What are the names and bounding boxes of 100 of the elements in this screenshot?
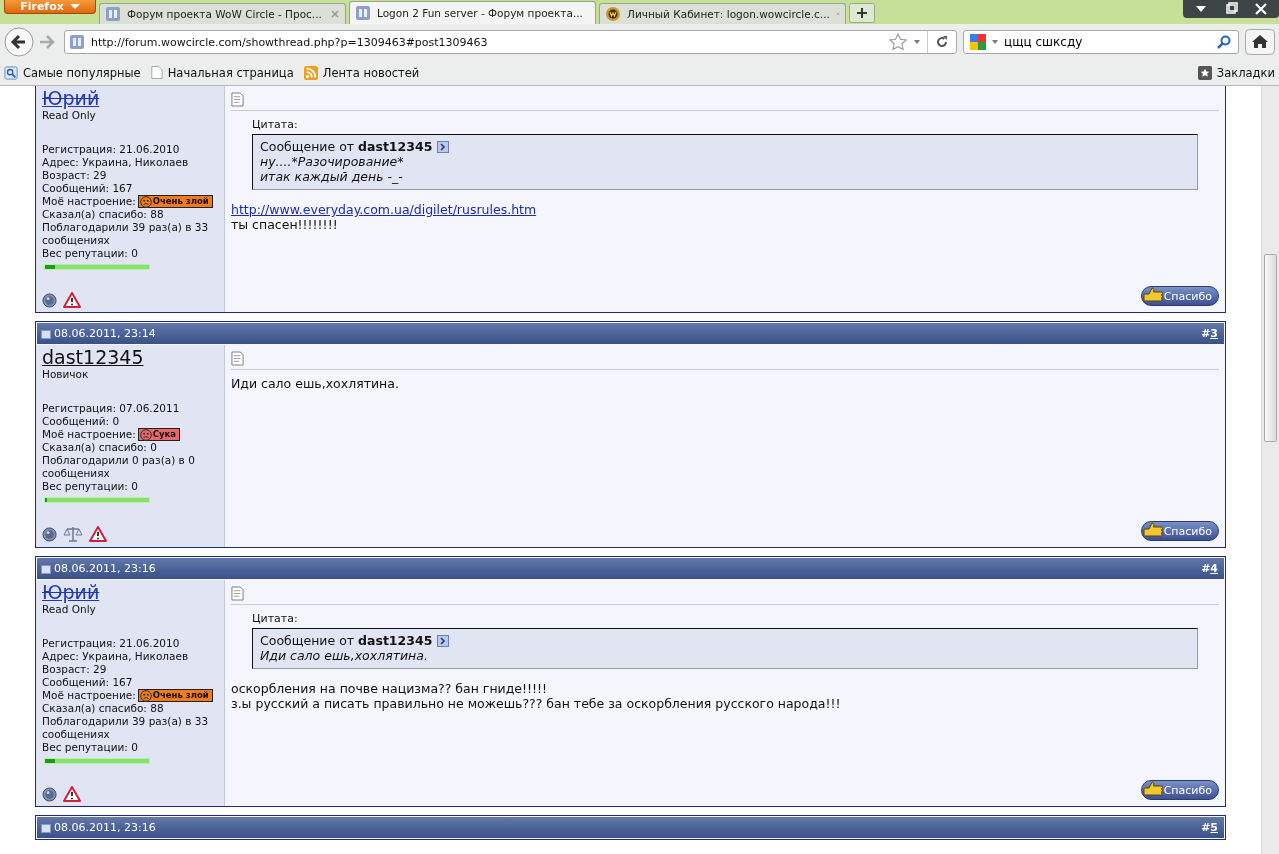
- browser-tab[interactable]: Форум проекта WoW Circle - Прос...: [99, 3, 346, 24]
- user-stat: Сказал(а) спасибо: 88: [42, 208, 165, 221]
- post-icon: [41, 822, 51, 833]
- bookmark-link[interactable]: Лента новостей: [303, 65, 420, 80]
- thumbs-up-icon: [1141, 522, 1164, 540]
- user-stat: Регистрация: 21.06.2010: [42, 637, 181, 650]
- caret-icon: [69, 4, 80, 9]
- user-stat: Возраст: 29: [42, 169, 108, 182]
- star-icon[interactable]: [889, 33, 907, 51]
- user-stat: Вес репутации: 0: [42, 741, 139, 754]
- emblem-icon: [605, 6, 621, 22]
- username-link[interactable]: dast12345: [42, 347, 144, 368]
- post-date: 08.06.2011, 23:14: [41, 327, 156, 340]
- quote-label: Цитата:: [252, 611, 299, 626]
- message-text: з.ы русский а писать правильно не можешь??? бан тебе за оскорбления русского народа!!!: [231, 696, 842, 711]
- quote-author: Сообщение от dast12345: [260, 139, 433, 154]
- user-title: Read Only: [42, 109, 97, 121]
- mood-label: Моё настроение:: [42, 195, 136, 208]
- user-stat: Регистрация: 21.06.2010: [42, 143, 181, 156]
- username-link[interactable]: Юрий: [42, 88, 100, 109]
- star-icon: [1197, 65, 1212, 80]
- mood-label: Моё настроение:: [42, 428, 136, 441]
- mood-badge: Очень злой: [137, 689, 213, 702]
- dropdown-icon[interactable]: [991, 38, 999, 46]
- face-icon: [139, 428, 152, 441]
- user-stat: Сказал(а) спасибо: 88: [42, 702, 165, 715]
- status-icon[interactable]: [42, 292, 57, 308]
- page-icon: [69, 34, 85, 50]
- user-stat: Регистрация: 07.06.2011: [42, 402, 181, 415]
- warning-icon[interactable]: [63, 786, 81, 802]
- user-stat: Поблагодарили 39 раз(а) в 33 сообщениях: [42, 715, 210, 741]
- go-to-post-icon[interactable]: [437, 634, 450, 647]
- face-icon: [139, 689, 152, 702]
- search-icon[interactable]: [1216, 34, 1232, 50]
- message-text: оскорбления на почве нацизма?? бан гниде!!!!!: [231, 681, 549, 696]
- status-icon[interactable]: [42, 526, 57, 542]
- post-number: #3: [1201, 327, 1218, 340]
- document-icon: [231, 586, 244, 601]
- message-link[interactable]: http://www.everyday.com.ua/digilet/rusrules.htm: [231, 202, 537, 217]
- quote-label: Цитата:: [252, 117, 299, 132]
- dropdown-icon[interactable]: [913, 38, 921, 46]
- new-tab-icon[interactable]: [849, 3, 875, 23]
- message-text: ты спасен!!!!!!!!: [231, 217, 339, 232]
- thanks-button[interactable]: Спасибо: [1140, 780, 1219, 800]
- user-stat: Вес репутации: 0: [42, 480, 139, 493]
- post-date: 08.06.2011, 23:16: [41, 562, 156, 575]
- user-stat: Адрес: Украина, Николаев: [42, 156, 190, 169]
- bookmark-link[interactable]: Самые популярные: [4, 65, 141, 80]
- page-icon: [355, 5, 371, 21]
- mood-badge: Сука: [137, 428, 180, 441]
- quote-text: ну....*Разочирование*: [260, 154, 405, 169]
- feed-icon: [303, 65, 318, 80]
- search-text: цщц сшксду: [1004, 35, 1083, 49]
- post-date: 08.06.2011, 23:16: [41, 821, 156, 834]
- message-text: Иди сало ешь,хохлятина.: [231, 376, 400, 391]
- browser-tab[interactable]: Logon 2 Fun server - Форум проекта...: [349, 1, 596, 24]
- user-title: Новичок: [42, 368, 90, 380]
- username-link[interactable]: Юрий: [42, 582, 100, 603]
- user-stat: Сообщений: 167: [42, 676, 134, 689]
- thumbs-up-icon: [1141, 781, 1164, 799]
- address-bar[interactable]: http://forum.wowcircle.com/showthread.php?p=1309463#post1309463: [64, 30, 957, 54]
- thanks-button[interactable]: Спасибо: [1140, 521, 1219, 541]
- post-number: #5: [1201, 821, 1218, 834]
- scrollbar[interactable]: [1261, 86, 1279, 854]
- document-icon: [231, 92, 244, 107]
- tab-title: Форум проекта WoW Circle - Прос...: [127, 8, 323, 20]
- user-stat: Адрес: Украина, Николаев: [42, 650, 190, 663]
- user-stat: Сообщений: 167: [42, 182, 134, 195]
- home-button[interactable]: [1245, 29, 1275, 55]
- user-stat: Возраст: 29: [42, 663, 108, 676]
- user-stat: Поблагодарили 39 раз(а) в 33 сообщениях: [42, 221, 210, 247]
- scales-icon[interactable]: [63, 525, 83, 543]
- mood-badge: Очень злой: [137, 195, 213, 208]
- mood-label: Моё настроение:: [42, 689, 136, 702]
- document-icon: [231, 351, 244, 366]
- bookmarks-menu[interactable]: Закладки: [1197, 65, 1275, 80]
- user-stat: Поблагодарили 0 раз(а) в 0 сообщениях: [42, 454, 196, 480]
- reload-icon[interactable]: [934, 34, 950, 50]
- post-link[interactable]: 5: [1210, 821, 1218, 834]
- status-icon[interactable]: [42, 786, 57, 802]
- warning-icon[interactable]: [89, 526, 107, 542]
- quote-author: Сообщение от dast12345: [260, 633, 433, 648]
- search-field[interactable]: цщц сшксду: [963, 30, 1239, 54]
- blank-page-icon: [150, 65, 163, 80]
- search-engine-icon: [970, 34, 986, 50]
- post-link[interactable]: 4: [1210, 562, 1218, 575]
- user-stat: Сообщений: 0: [42, 415, 121, 428]
- back-button[interactable]: [4, 27, 34, 57]
- thanks-button[interactable]: Спасибо: [1140, 286, 1219, 306]
- warning-icon[interactable]: [63, 292, 81, 308]
- post-link[interactable]: 3: [1210, 327, 1218, 340]
- post-number: #4: [1201, 562, 1218, 575]
- user-stat: Вес репутации: 0: [42, 247, 139, 260]
- face-icon: [139, 195, 152, 208]
- browser-tab[interactable]: Личный Кабинет: logon.wowcircle.c...: [599, 3, 846, 24]
- quote-text: итак каждый день -_-: [260, 169, 404, 184]
- thumbs-up-icon: [1141, 287, 1164, 305]
- bookmark-link[interactable]: Начальная страница: [150, 65, 294, 80]
- scrollbar-thumb[interactable]: [1264, 254, 1277, 442]
- go-to-post-icon[interactable]: [437, 140, 450, 153]
